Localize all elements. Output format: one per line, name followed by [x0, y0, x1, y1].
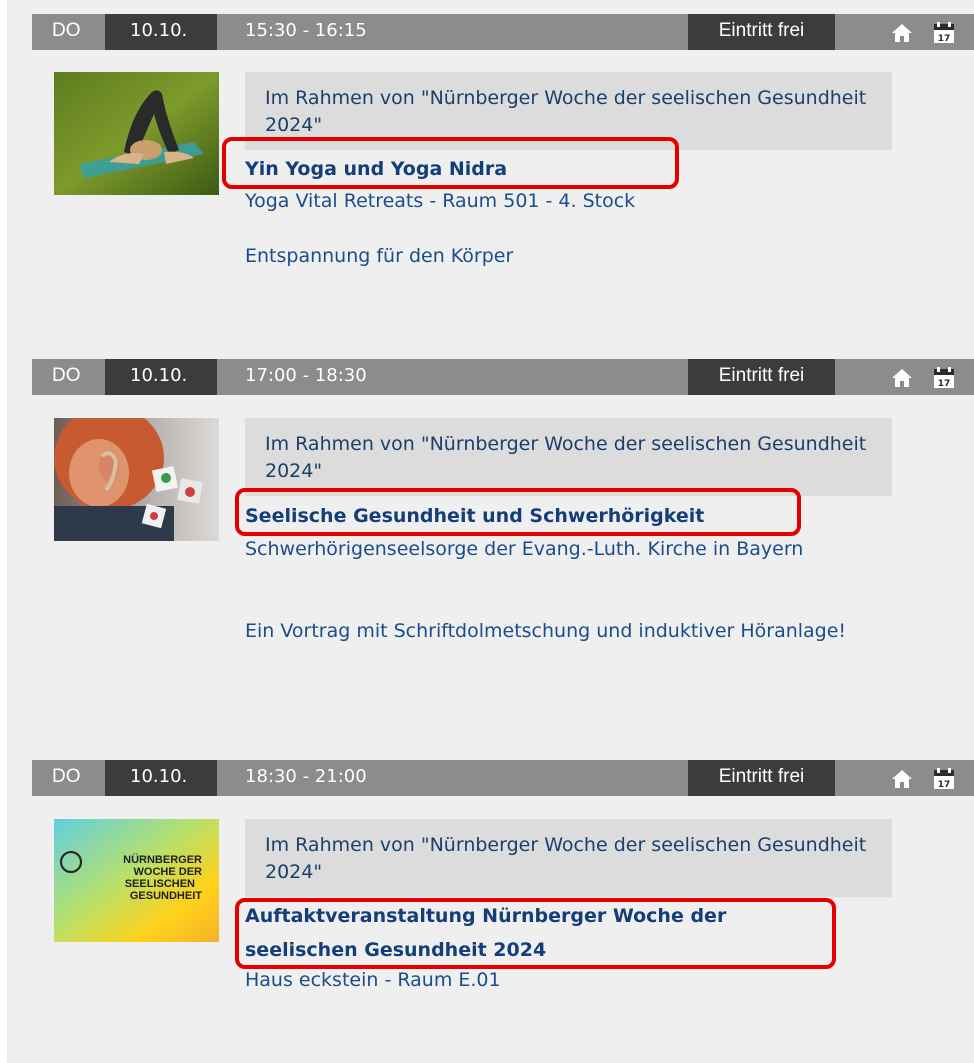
admission-badge: Eintritt frei	[688, 14, 835, 50]
admission-badge: Eintritt frei	[688, 760, 835, 796]
event-time: 18:30 - 21:00	[245, 766, 367, 787]
calendar-icon[interactable]: 17	[933, 768, 955, 790]
event-time: 15:30 - 16:15	[245, 20, 367, 41]
series-context: Im Rahmen von "Nürnberger Woche der seel…	[245, 418, 892, 496]
nuernberger-woche-logo[interactable]: NÜRNBERGER WOCHE DER SEELISCHEN GESUNDHE…	[54, 819, 219, 942]
hearing-aid-photo[interactable]	[54, 418, 219, 541]
highlight-box	[235, 898, 836, 969]
event-venue: Haus eckstein - Raum E.01	[245, 969, 501, 991]
calendar-icon[interactable]: 17	[933, 367, 955, 389]
highlight-box	[235, 488, 801, 536]
event-item: DO 10.10. 17:00 - 18:30 Eintritt frei 17	[32, 359, 974, 699]
home-icon[interactable]	[892, 769, 912, 789]
event-header-bar: DO 10.10. 17:00 - 18:30 Eintritt frei 17	[32, 359, 974, 395]
svg-text:NÜRNBERGER: NÜRNBERGER	[123, 853, 202, 866]
svg-text:WOCHE DER: WOCHE DER	[134, 866, 203, 878]
series-context: Im Rahmen von "Nürnberger Woche der seel…	[245, 819, 892, 897]
event-date: 10.10.	[105, 760, 217, 796]
svg-text:17: 17	[938, 379, 951, 389]
event-item: DO 10.10. 18:30 - 21:00 Eintritt frei 17	[32, 760, 974, 1040]
event-item: DO 10.10. 15:30 - 16:15 Eintritt frei 17	[32, 14, 974, 314]
event-time: 17:00 - 18:30	[245, 365, 367, 386]
event-list: DO 10.10. 15:30 - 16:15 Eintritt frei 17	[7, 0, 974, 1063]
home-icon[interactable]	[892, 368, 912, 388]
event-header-bar: DO 10.10. 18:30 - 21:00 Eintritt frei 17	[32, 760, 974, 796]
admission-badge: Eintritt frei	[688, 359, 835, 395]
highlight-box	[222, 137, 679, 189]
event-description: Ein Vortrag mit Schriftdolmetschung und …	[245, 620, 847, 642]
home-icon[interactable]	[892, 23, 912, 43]
event-venue: Schwerhörigenseelsorge der Evang.-Luth. …	[245, 538, 804, 560]
event-date: 10.10.	[105, 359, 217, 395]
event-venue: Yoga Vital Retreats - Raum 501 - 4. Stoc…	[245, 190, 636, 212]
event-day: DO	[52, 20, 81, 41]
event-day: DO	[52, 766, 81, 787]
calendar-icon[interactable]: 17	[933, 22, 955, 44]
event-day: DO	[52, 365, 81, 386]
yoga-photo[interactable]	[54, 72, 219, 195]
svg-text:17: 17	[938, 34, 951, 44]
event-header-bar: DO 10.10. 15:30 - 16:15 Eintritt frei 17	[32, 14, 974, 50]
event-date: 10.10.	[105, 14, 217, 50]
svg-text:17: 17	[938, 780, 951, 790]
svg-text:SEELISCHEN: SEELISCHEN	[125, 878, 195, 890]
event-description: Entspannung für den Körper	[245, 245, 514, 267]
svg-text:GESUNDHEIT: GESUNDHEIT	[130, 890, 202, 902]
